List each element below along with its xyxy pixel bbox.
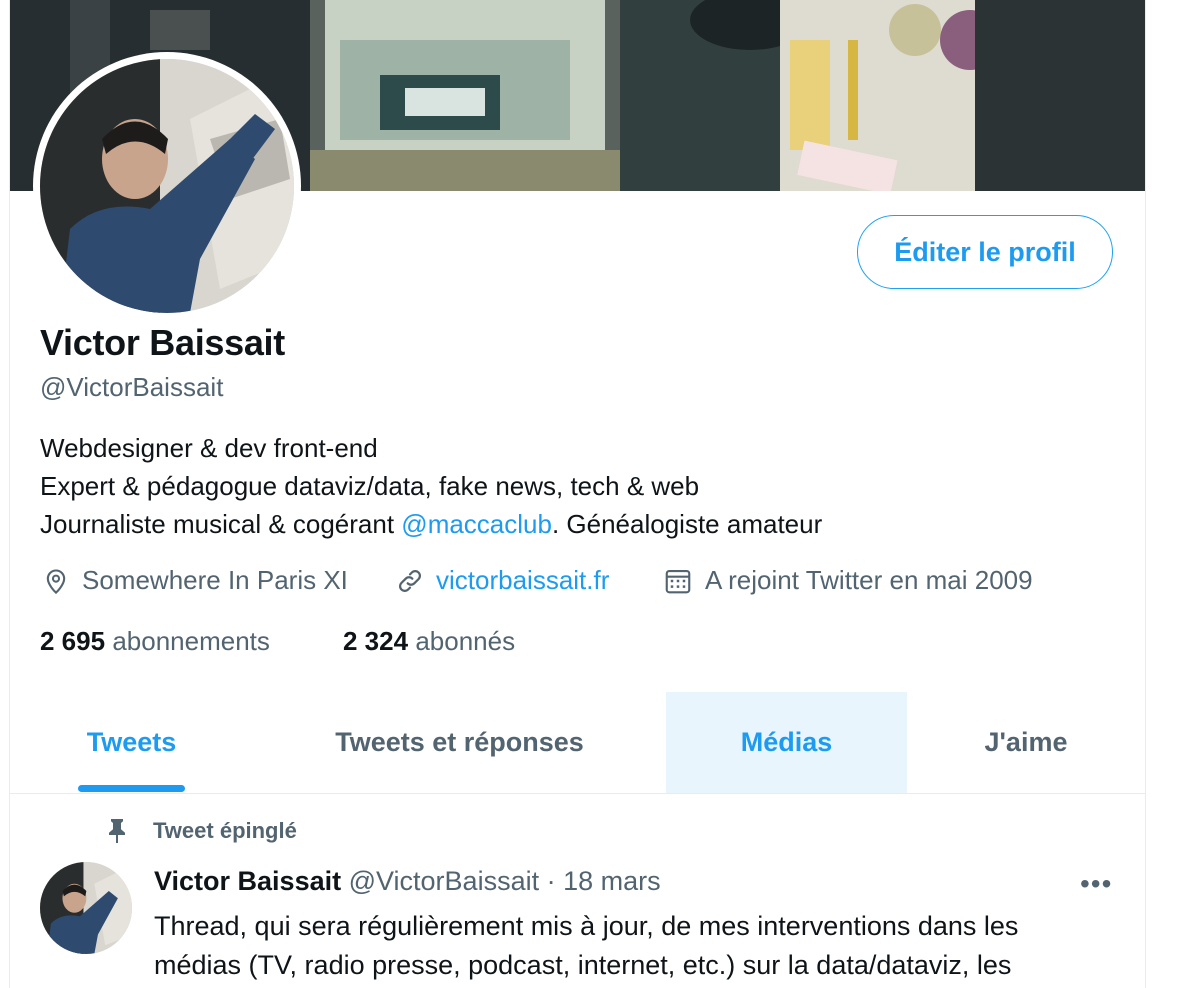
tweet-text-line: Thread, qui sera régulièrement mis à jou… <box>154 911 1019 941</box>
active-tab-indicator <box>78 785 185 792</box>
maccaclub-mention-link[interactable]: @maccaclub <box>401 509 552 539</box>
link-icon <box>399 569 421 592</box>
website-link[interactable]: victorbaissait.fr <box>436 565 609 596</box>
tab-tweets[interactable]: Tweets <box>10 692 253 793</box>
following-label: abonnements <box>112 626 270 656</box>
profile-handle: @VictorBaissait <box>40 372 224 402</box>
bio-line: Journaliste musical & cogérant @maccaclu… <box>40 505 822 543</box>
tab-likes[interactable]: J'aime <box>907 692 1145 793</box>
more-icon[interactable]: ••• <box>1080 868 1112 900</box>
joined-text: A rejoint Twitter en mai 2009 <box>705 565 1033 595</box>
tab-media[interactable]: Médias <box>666 692 907 793</box>
location-text: Somewhere In Paris XI <box>82 565 348 595</box>
following-link[interactable]: 2 695 abonnements <box>40 626 270 657</box>
pin-icon <box>109 819 125 843</box>
profile-avatar[interactable] <box>33 52 301 320</box>
profile-joined: A rejoint Twitter en mai 2009 <box>663 565 1033 596</box>
bio-line: Webdesigner & dev front-end <box>40 433 378 463</box>
following-count: 2 695 <box>40 626 106 656</box>
calendar-icon <box>665 569 691 593</box>
edit-profile-button[interactable]: Éditer le profil <box>857 215 1113 289</box>
location-pin-icon <box>46 569 66 594</box>
profile-tabs: Tweets Tweets et réponses Médias J'aime <box>10 692 1145 794</box>
bio-line: Expert & pédagogue dataviz/data, fake ne… <box>40 471 700 501</box>
tweet-separator: · <box>546 866 556 896</box>
followers-link[interactable]: 2 324 abonnés <box>343 626 515 657</box>
bio-text: Journaliste musical & cogérant <box>40 509 402 539</box>
profile-name: Victor Baissait <box>40 322 285 363</box>
tweet-author-avatar[interactable] <box>40 862 132 954</box>
tweet-text: Thread, qui sera régulièrement mis à jou… <box>154 907 1114 985</box>
tweet-header: Victor Baissait @VictorBaissait · 18 mar… <box>154 866 661 897</box>
profile-website: victorbaissait.fr <box>396 565 609 596</box>
tab-tweets-and-replies[interactable]: Tweets et réponses <box>253 692 666 793</box>
bio-text: . Généalogiste amateur <box>551 509 823 539</box>
tweet-author-name[interactable]: Victor Baissait <box>154 866 341 896</box>
pinned-tweet-label: Tweet épinglé <box>105 818 297 844</box>
pinned-label-text: Tweet épinglé <box>153 818 297 843</box>
followers-label: abonnés <box>415 626 516 656</box>
profile-location: Somewhere In Paris XI <box>42 565 348 596</box>
avatar-photo <box>40 59 294 313</box>
followers-count: 2 324 <box>343 626 409 656</box>
profile-column: Éditer le profil Victor Baissait @Victor… <box>9 0 1146 988</box>
tweet-text-line: médias (TV, radio presse, podcast, inter… <box>154 950 1012 980</box>
tweet-date[interactable]: 18 mars <box>563 866 661 896</box>
tweet-author-handle[interactable]: @VictorBaissait <box>349 866 539 896</box>
profile-bio: Webdesigner & dev front-end Expert & péd… <box>40 429 822 543</box>
